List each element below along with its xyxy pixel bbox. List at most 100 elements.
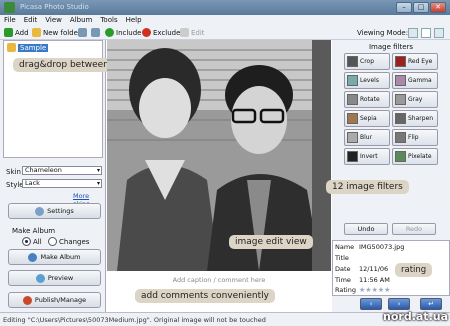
preview-button[interactable]: Preview (8, 270, 101, 286)
skin-select[interactable]: Chameleon (22, 166, 102, 175)
maximize-button[interactable]: □ (413, 2, 429, 13)
toolbar: Add New folder Include Exclude Edit View… (0, 26, 450, 40)
gray-icon (395, 94, 406, 105)
preview-label: Preview (47, 274, 74, 282)
tree-item-label: Sample (18, 43, 49, 52)
info-time: Time 11:56 AM (335, 276, 390, 284)
watermark: nord.at.ua (383, 310, 448, 323)
star-icon[interactable]: ★ (384, 286, 390, 294)
tree-item-sample[interactable]: Sample (7, 43, 49, 52)
info-date: Date 12/11/06 (335, 265, 388, 273)
pixelate-icon (395, 151, 406, 162)
callout-filters: 12 image filters (326, 180, 409, 194)
style-select[interactable]: Lack (22, 179, 102, 188)
caption-input[interactable]: Add caption / comment here (107, 276, 331, 284)
info-title: Title (335, 254, 359, 262)
filter-invert[interactable]: Invert (344, 148, 390, 165)
filter-label: Red Eye (408, 58, 433, 65)
previous-button[interactable]: ‹ (360, 298, 382, 310)
info-rating: Rating ★★★★★ (335, 286, 390, 294)
window-title: Picasa Photo Studio (20, 3, 89, 11)
return-arrow-icon: ↵ (428, 300, 434, 308)
edit-button[interactable]: Edit (180, 28, 205, 37)
make-album-button[interactable]: Make Album (8, 249, 101, 265)
filter-red-eye[interactable]: Red Eye (392, 53, 438, 70)
close-button[interactable]: ✕ (430, 2, 446, 13)
info-key: Title (335, 254, 349, 262)
filter-sepia[interactable]: Sepia (344, 110, 390, 127)
menu-view[interactable]: View (41, 15, 66, 26)
filter-flip[interactable]: Flip (392, 129, 438, 146)
callout-rating: rating (395, 263, 433, 277)
folder-icon (32, 28, 41, 37)
radio-changes[interactable]: Changes (48, 237, 89, 246)
view-single-icon[interactable] (421, 28, 431, 38)
rating-stars[interactable]: ★★★★★ (359, 286, 390, 294)
info-key: Name (335, 243, 355, 251)
filter-label: Pixelate (408, 153, 432, 160)
plus-icon (4, 28, 13, 37)
menu-album[interactable]: Album (66, 15, 96, 26)
gear-icon (35, 206, 45, 216)
filter-label: Sharpen (408, 115, 434, 122)
callout-comments: add comments conveniently (135, 289, 275, 303)
gamma-icon (395, 75, 406, 86)
view-list-icon[interactable] (434, 28, 444, 38)
info-name: Name IMG50073.jpg (335, 243, 404, 251)
title-bar: Picasa Photo Studio – □ ✕ (0, 0, 450, 15)
redo-label: Redo (405, 225, 423, 233)
new-folder-button[interactable]: New folder (32, 28, 81, 37)
make-album-label: Make Album (12, 227, 56, 235)
info-value: 12/11/06 (359, 265, 389, 273)
radio-all[interactable]: All (22, 237, 42, 246)
filter-sharpen[interactable]: Sharpen (392, 110, 438, 127)
left-panel: Sample drag&drop between folders Skin Ch… (0, 40, 149, 312)
info-key: Rating (335, 286, 356, 294)
minimize-button[interactable]: – (396, 2, 412, 13)
menu-file[interactable]: File (0, 15, 20, 26)
filter-levels[interactable]: Levels (344, 72, 390, 89)
sharpen-icon (395, 113, 406, 124)
publish-icon (22, 295, 32, 305)
undo-button[interactable]: Undo (344, 223, 388, 235)
callout-image-edit-view: image edit view (229, 235, 313, 249)
skin-label: Skin (6, 168, 21, 176)
filter-rotate[interactable]: Rotate (344, 91, 390, 108)
filter-label: Flip (408, 134, 419, 141)
exclude-button[interactable]: Exclude (142, 28, 180, 37)
menu-help[interactable]: Help (122, 15, 146, 26)
menu-tools[interactable]: Tools (96, 15, 121, 26)
filter-gamma[interactable]: Gamma (392, 72, 438, 89)
filter-crop[interactable]: Crop (344, 53, 390, 70)
add-button[interactable]: Add (4, 28, 29, 37)
red-eye-icon (395, 56, 406, 67)
filter-blur[interactable]: Blur (344, 129, 390, 146)
menu-edit[interactable]: Edit (20, 15, 42, 26)
image-edit-view[interactable]: image edit view (107, 40, 331, 271)
info-value: 11:56 AM (359, 276, 390, 284)
rotate-icon (347, 94, 358, 105)
return-button[interactable]: ↵ (420, 298, 442, 310)
invert-icon (347, 151, 358, 162)
filter-label: Gamma (408, 77, 432, 84)
include-button[interactable]: Include (105, 28, 141, 37)
radio-all-label: All (33, 237, 42, 246)
filter-label: Sepia (360, 115, 377, 122)
blur-icon (347, 132, 358, 143)
album-icon (28, 252, 38, 262)
settings-button[interactable]: Settings (8, 203, 101, 219)
folder-up-icon[interactable] (78, 28, 87, 37)
sepia-icon (347, 113, 358, 124)
radio-unchecked-icon (48, 237, 57, 246)
next-button[interactable]: › (388, 298, 410, 310)
folder-down-icon[interactable] (91, 28, 100, 37)
filter-pixelate[interactable]: Pixelate (392, 148, 438, 165)
filter-label: Levels (360, 77, 379, 84)
publish-label: Publish/Manage (34, 296, 87, 304)
add-label: Add (15, 28, 29, 37)
view-grid-icon[interactable] (408, 28, 418, 38)
filter-gray[interactable]: Gray (392, 91, 438, 108)
redo-button[interactable]: Redo (392, 223, 436, 235)
chevron-left-icon: ‹ (369, 300, 373, 308)
publish-button[interactable]: Publish/Manage (8, 292, 101, 308)
